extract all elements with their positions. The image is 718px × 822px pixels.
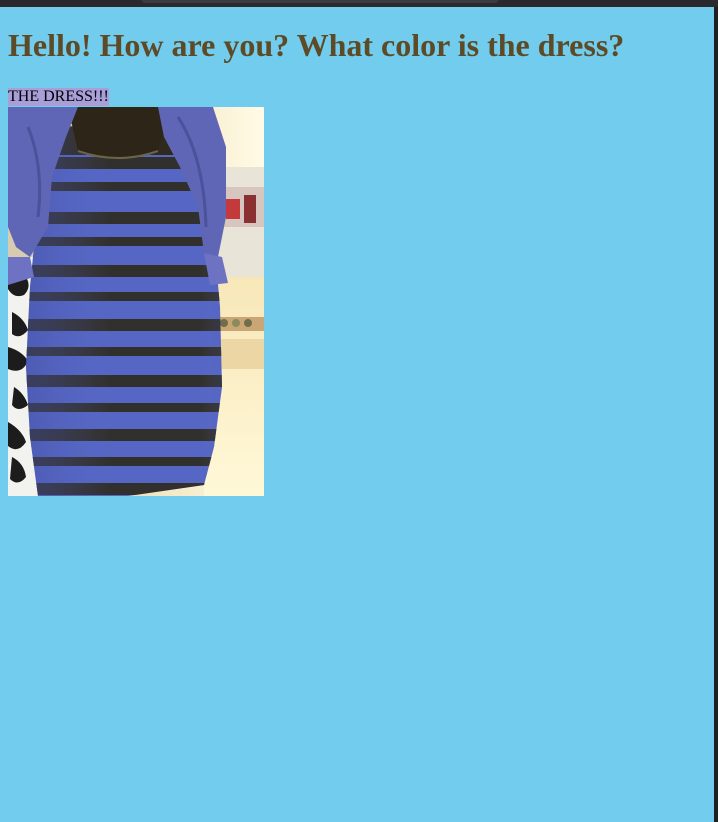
browser-top-bar — [0, 0, 718, 7]
dress-caption: THE DRESS!!! — [8, 88, 109, 106]
dress-photo — [8, 107, 264, 496]
page-viewport: Hello! How are you? What color is the dr… — [0, 7, 714, 822]
page-heading: Hello! How are you? What color is the dr… — [8, 27, 625, 63]
browser-tab-strip — [142, 0, 498, 3]
window-right-edge — [714, 7, 718, 822]
